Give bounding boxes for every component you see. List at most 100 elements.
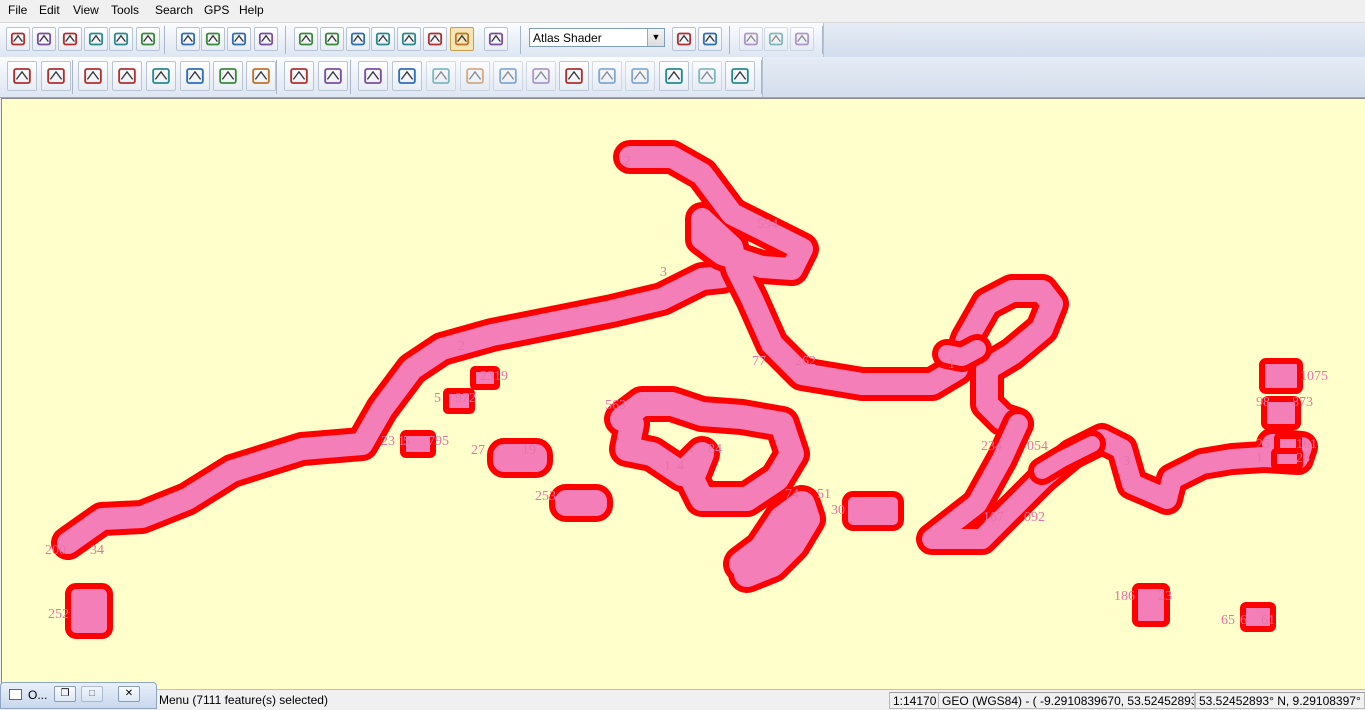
3d-code-icon[interactable] [180,61,210,91]
atlas-tools-icon[interactable] [672,27,696,51]
map-label: 30 [831,503,845,518]
export-icon[interactable] [109,27,133,51]
home-icon[interactable] [254,27,278,51]
layer-stack-icon[interactable] [78,61,108,91]
lake-10[interactable] [1259,358,1303,394]
settings-glyph [140,32,156,46]
status-bar: Menu (7111 feature(s) selected) 1:14170 … [0,689,1365,710]
map-label: 4 [677,459,684,474]
lake-2[interactable] [549,484,613,522]
toolbar-filler-2 [762,57,1365,97]
latlon-readout: 53.52452893° N, 9.29108397° W [1195,692,1365,709]
save-icon[interactable] [32,27,56,51]
zoom-box-icon[interactable] [294,27,318,51]
window-icon[interactable] [764,27,788,51]
replace-icon[interactable] [625,61,655,91]
lake-1[interactable] [487,438,553,478]
lake-7[interactable] [65,583,113,639]
map-label: 200 [45,543,66,558]
create-area-icon[interactable] [7,61,37,91]
geo-position: GEO (WGS84) - ( -9.2910839670, 53.524528… [938,692,1195,709]
menu-view[interactable]: View [73,3,99,18]
chevron-down-icon[interactable]: ▼ [647,29,664,46]
map-label: 054 [1027,439,1048,454]
lake-3[interactable] [842,491,904,531]
open-folder-icon[interactable] [6,27,30,51]
zoom-out-icon[interactable] [201,27,225,51]
snap-icon[interactable] [318,61,348,91]
create-point-icon[interactable] [146,61,176,91]
map-label: 186 [1114,589,1135,604]
rotate-area-icon[interactable] [559,61,589,91]
join-features-icon[interactable] [392,61,422,91]
combine-icon[interactable] [592,61,622,91]
menu-search[interactable]: Search [155,3,193,18]
minimized-window-title: O... [28,688,48,702]
buffer-glyph [432,68,450,84]
create-line-icon[interactable] [41,61,71,91]
menu-edit[interactable]: Edit [39,3,60,18]
map-label: 563 [605,398,626,413]
split-line-icon[interactable] [358,61,388,91]
toolbar-separator [822,26,823,54]
map-label: 2319 [480,369,508,384]
river-bend[interactable] [938,340,986,366]
replace-glyph [631,68,649,84]
map-label: 74 [785,487,799,502]
menu-help[interactable]: Help [239,3,264,18]
settings-icon[interactable] [136,27,160,51]
move-feature-icon[interactable] [659,61,689,91]
reshape-icon[interactable] [493,61,523,91]
zoom-in-icon[interactable] [176,27,200,51]
shader-select-value: Atlas Shader [533,31,602,45]
export-glyph [113,32,129,46]
zoom-out-glyph [205,32,221,46]
digitize-pencil-icon[interactable] [450,27,474,51]
grid-icon[interactable] [790,27,814,51]
import-icon[interactable] [84,27,108,51]
shader-select[interactable]: Atlas Shader ▼ [529,28,665,47]
rotate-feature-icon[interactable] [213,61,243,91]
menu-gps[interactable]: GPS [204,3,229,18]
save-glyph [36,32,52,46]
toolbar-separator [350,60,351,94]
maximize-button[interactable]: □ [81,686,103,702]
atlas-tools-glyph [676,32,692,46]
binoculars-icon[interactable] [484,27,508,51]
menu-file[interactable]: File [8,3,27,18]
create-line-glyph [47,68,65,84]
cut-icon[interactable] [460,61,490,91]
globe-icon[interactable] [58,27,82,51]
map-view[interactable]: 2 594 3 2 2319 5 972 1 5 23 795 563 27 19 1 4 84 253 74 51 3… [1,98,1365,689]
create-area-glyph [13,68,31,84]
pan-hand-icon[interactable] [320,27,344,51]
path-profile-icon[interactable] [397,27,421,51]
flag-icon[interactable] [739,27,763,51]
shader-edit-icon[interactable] [112,61,142,91]
tower-icon[interactable] [423,27,447,51]
globe-glyph [62,32,78,46]
close-button[interactable]: ✕ [118,686,140,702]
crop-icon[interactable] [526,61,556,91]
3d-view-glyph [702,32,718,46]
map-label: 27 [471,443,485,458]
cut-glyph [466,68,484,84]
minimized-window[interactable]: O... ❐ □ ✕ [0,682,157,709]
buffer-icon[interactable] [426,61,456,91]
3d-view-icon[interactable] [698,27,722,51]
map-label: 1 [1256,451,1263,466]
menu-bar: File Edit View Tools Search GPS Help [0,0,1365,23]
move-feature-glyph [665,68,683,84]
smooth-icon[interactable] [692,61,722,91]
map-label: 23 [1158,589,1172,604]
zoom-to-layer-icon[interactable] [227,27,251,51]
feature-info-icon[interactable] [371,27,395,51]
map-label: 2 [624,154,631,169]
menu-tools[interactable]: Tools [111,3,139,18]
restore-button[interactable]: ❐ [54,686,76,702]
grid-mesh-icon[interactable] [246,61,276,91]
measure-icon[interactable] [346,27,370,51]
spiral-icon[interactable] [725,61,755,91]
layer-stack-glyph [84,68,102,84]
vertex-edit-icon[interactable] [284,61,314,91]
